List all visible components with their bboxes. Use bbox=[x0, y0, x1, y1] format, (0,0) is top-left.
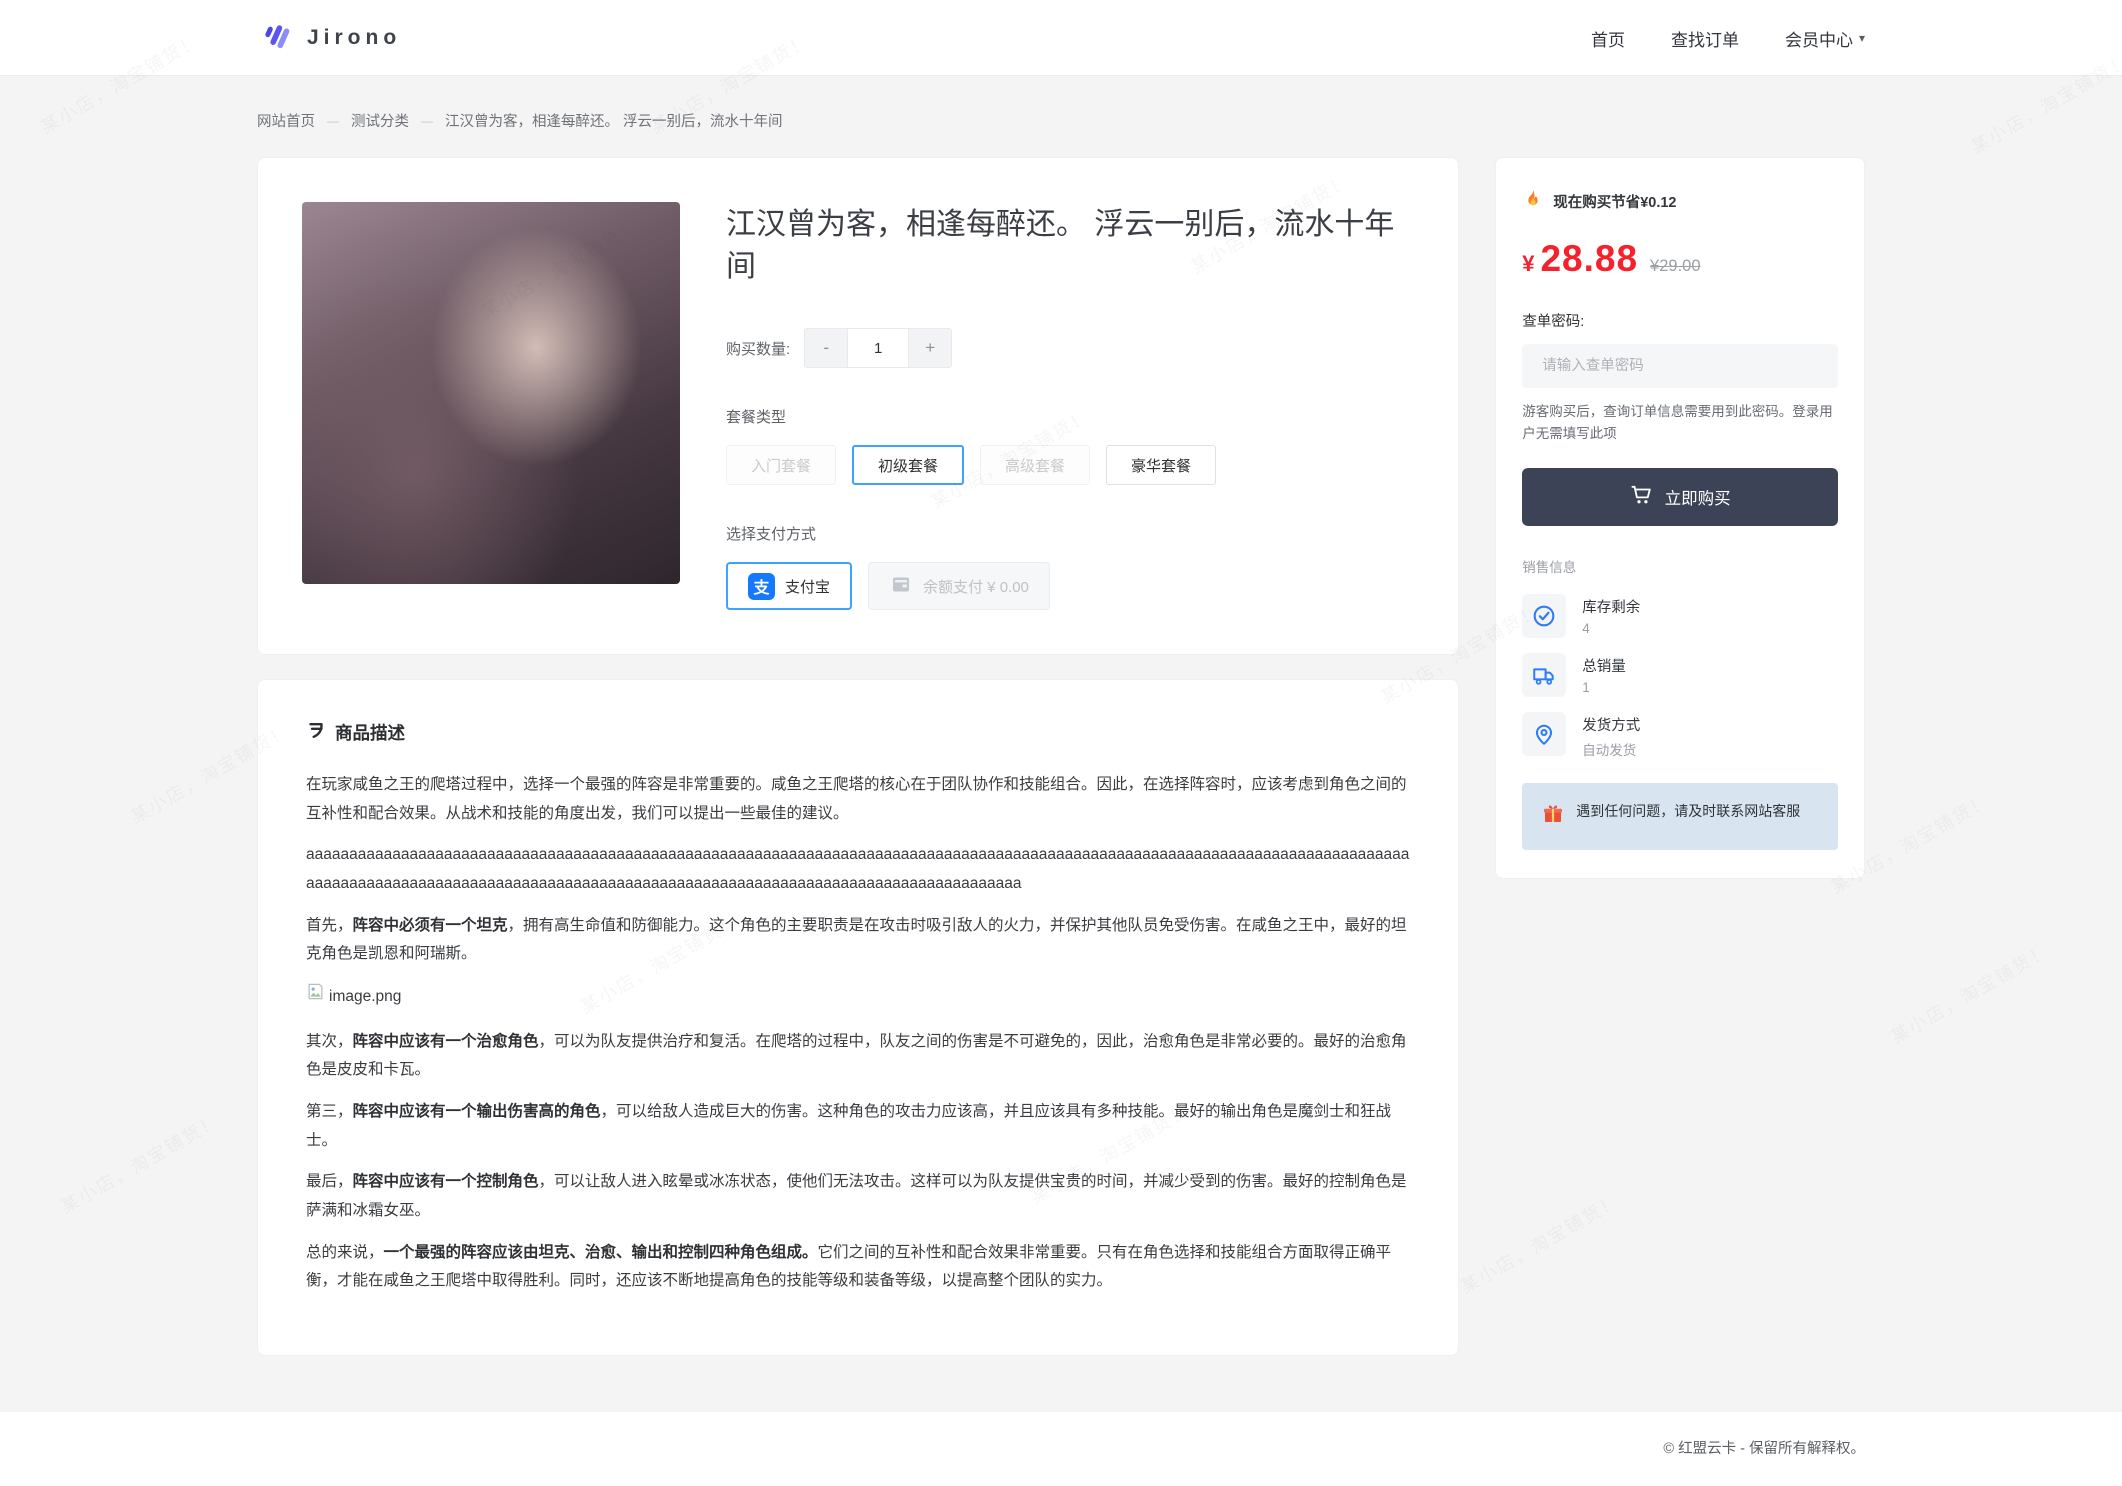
header: Jirono 首页 查找订单 会员中心▾ bbox=[0, 0, 2122, 76]
broken-image-icon bbox=[306, 982, 325, 1012]
stat-row-truck: 总销量 1 bbox=[1522, 653, 1838, 697]
description-paragraph: 总的来说，一个最强的阵容应该由坦克、治愈、输出和控制四种角色组成。它们之间的互补… bbox=[306, 1239, 1410, 1296]
quantity-row: 购买数量: - 1 + bbox=[726, 328, 1414, 368]
location-pin-icon bbox=[1522, 712, 1566, 756]
truck-icon bbox=[1522, 653, 1566, 697]
quantity-value: 1 bbox=[847, 329, 909, 367]
breadcrumb-separator: — bbox=[421, 114, 433, 128]
nav-home[interactable]: 首页 bbox=[1591, 26, 1625, 51]
stat-value: 自动发货 bbox=[1582, 739, 1640, 759]
order-password-input[interactable] bbox=[1522, 344, 1838, 388]
stat-label: 发货方式 bbox=[1582, 712, 1640, 735]
cart-icon bbox=[1630, 483, 1653, 511]
description-header: 商品描述 bbox=[306, 720, 1410, 745]
product-image bbox=[302, 202, 680, 584]
package-option-deluxe[interactable]: 豪华套餐 bbox=[1106, 445, 1216, 485]
quantity-stepper: - 1 + bbox=[804, 328, 952, 368]
stat-label: 库存剩余 bbox=[1582, 594, 1640, 617]
quantity-plus-button[interactable]: + bbox=[909, 329, 951, 367]
flame-icon bbox=[1522, 188, 1544, 214]
payment-option-balance: 余额支付 ¥ 0.00 bbox=[868, 562, 1050, 610]
quantity-label: 购买数量: bbox=[726, 338, 790, 359]
breadcrumb-home[interactable]: 网站首页 bbox=[257, 110, 315, 131]
nav-find-order[interactable]: 查找订单 bbox=[1671, 26, 1739, 51]
footer-copyright: © 红盟云卡 - 保留所有解释权。 bbox=[1663, 1441, 1865, 1457]
chevron-down-icon: ▾ bbox=[1859, 31, 1865, 45]
payment-method-label: 选择支付方式 bbox=[726, 523, 1414, 544]
stat-value: 4 bbox=[1582, 621, 1640, 636]
package-option-basic[interactable]: 初级套餐 bbox=[852, 445, 964, 485]
description-card: 商品描述 在玩家咸鱼之王的爬塔过程中，选择一个最强的阵容是非常重要的。咸鱼之王爬… bbox=[257, 679, 1459, 1356]
product-card: 江汉曾为客，相逢每醉还。 浮云一别后，流水十年间 购买数量: - 1 + 套餐类… bbox=[257, 157, 1459, 655]
price-currency: ¥ bbox=[1522, 251, 1534, 277]
stat-label: 总销量 bbox=[1582, 653, 1626, 676]
description-paragraph: 最后，阵容中应该有一个控制角色，可以让敌人进入眩晕或冰冻状态，使他们无法攻击。这… bbox=[306, 1168, 1410, 1225]
purchase-panel: 现在购买节省¥0.12 ¥ 28.88 ¥29.00 查单密码: 游客购买后，查… bbox=[1495, 157, 1865, 879]
footer: © 红盟云卡 - 保留所有解释权。 bbox=[0, 1412, 2122, 1486]
breadcrumb: 网站首页 — 测试分类 — 江汉曾为客，相逢每醉还。 浮云一别后，流水十年间 bbox=[257, 110, 1865, 131]
support-notice-text: 遇到任何问题，请及时联系网站客服 bbox=[1576, 800, 1800, 824]
package-options: 入门套餐初级套餐高级套餐豪华套餐 bbox=[726, 445, 1414, 485]
price-row: ¥ 28.88 ¥29.00 bbox=[1522, 238, 1838, 280]
balance-label: 余额支付 ¥ 0.00 bbox=[923, 576, 1029, 597]
broken-image-alt-text: image.png bbox=[329, 983, 401, 1012]
broken-image-placeholder: image.png bbox=[306, 982, 1410, 1012]
alipay-icon: 支 bbox=[748, 573, 775, 600]
buy-now-label: 立即购买 bbox=[1665, 485, 1731, 509]
price-value: 28.88 bbox=[1540, 238, 1638, 280]
check-circle-icon bbox=[1522, 594, 1566, 638]
payment-option-alipay[interactable]: 支 支付宝 bbox=[726, 562, 852, 610]
description-icon bbox=[306, 720, 326, 745]
package-type-label: 套餐类型 bbox=[726, 406, 1414, 427]
description-paragraph: 其次，阵容中应该有一个治愈角色，可以为队友提供治疗和复活。在爬塔的过程中，队友之… bbox=[306, 1028, 1410, 1085]
watermark-text: 某小店，淘宝铺货！ bbox=[1886, 937, 2055, 1050]
gift-icon bbox=[1541, 800, 1565, 834]
stat-row-check-circle: 库存剩余 4 bbox=[1522, 594, 1838, 638]
description-title: 商品描述 bbox=[335, 720, 405, 745]
payment-options: 支 支付宝 余额支付 ¥ 0.00 bbox=[726, 562, 1414, 610]
package-option-entry: 入门套餐 bbox=[726, 445, 836, 485]
breadcrumb-current: 江汉曾为客，相逢每醉还。 浮云一别后，流水十年间 bbox=[445, 110, 783, 131]
breadcrumb-separator: — bbox=[327, 114, 339, 128]
brand-logo[interactable]: Jirono bbox=[257, 16, 401, 61]
stat-value: 1 bbox=[1582, 680, 1626, 695]
watermark-text: 某小店，淘宝铺货！ bbox=[56, 1107, 225, 1220]
product-title: 江汉曾为客，相逢每醉还。 浮云一别后，流水十年间 bbox=[726, 204, 1414, 288]
alipay-label: 支付宝 bbox=[785, 576, 830, 597]
main-nav: 首页 查找订单 会员中心▾ bbox=[1591, 26, 1865, 51]
description-paragraph: 首先，阵容中必须有一个坦克，拥有高生命值和防御能力。这个角色的主要职责是在攻击时… bbox=[306, 912, 1410, 969]
buy-now-button[interactable]: 立即购买 bbox=[1522, 468, 1838, 526]
package-option-advanced: 高级套餐 bbox=[980, 445, 1090, 485]
brand-logo-icon bbox=[257, 16, 297, 61]
sales-info-title: 销售信息 bbox=[1522, 556, 1838, 576]
nav-member-center[interactable]: 会员中心▾ bbox=[1785, 26, 1865, 51]
quantity-minus-button[interactable]: - bbox=[805, 329, 847, 367]
breadcrumb-category[interactable]: 测试分类 bbox=[351, 110, 409, 131]
original-price: ¥29.00 bbox=[1650, 257, 1700, 276]
order-password-note: 游客购买后，查询订单信息需要用到此密码。登录用户无需填写此项 bbox=[1522, 401, 1838, 446]
order-password-label: 查单密码: bbox=[1522, 310, 1838, 331]
support-notice: 遇到任何问题，请及时联系网站客服 bbox=[1522, 783, 1838, 851]
savings-text: 现在购买节省¥0.12 bbox=[1553, 191, 1676, 212]
brand-name: Jirono bbox=[307, 26, 401, 50]
sales-stats: 库存剩余 4 总销量 1 发货方式自动发货 bbox=[1522, 594, 1838, 759]
savings-row: 现在购买节省¥0.12 bbox=[1522, 188, 1838, 214]
stat-row-location-pin: 发货方式自动发货 bbox=[1522, 712, 1838, 759]
description-body: 在玩家咸鱼之王的爬塔过程中，选择一个最强的阵容是非常重要的。咸鱼之王爬塔的核心在… bbox=[306, 771, 1410, 1296]
description-paragraph: aaaaaaaaaaaaaaaaaaaaaaaaaaaaaaaaaaaaaaaa… bbox=[306, 841, 1410, 898]
description-paragraph: 在玩家咸鱼之王的爬塔过程中，选择一个最强的阵容是非常重要的。咸鱼之王爬塔的核心在… bbox=[306, 771, 1410, 828]
wallet-icon bbox=[889, 572, 913, 600]
description-paragraph: 第三，阵容中应该有一个输出伤害高的角色，可以给敌人造成巨大的伤害。这种角色的攻击… bbox=[306, 1098, 1410, 1155]
